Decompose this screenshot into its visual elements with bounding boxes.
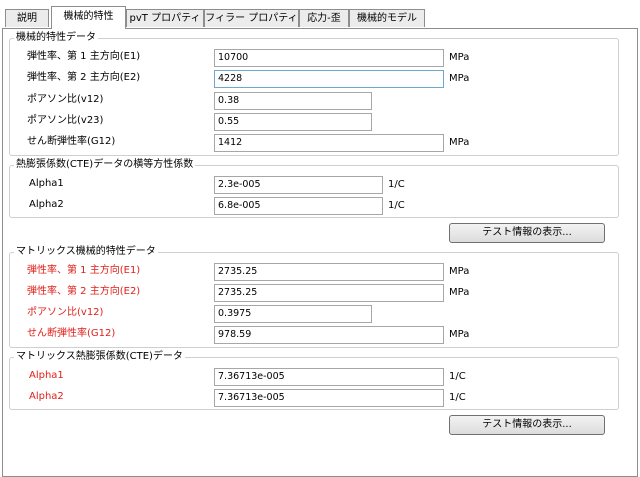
matrix-alpha1-input[interactable]: 7.36713e-005 xyxy=(214,368,444,386)
matrix-g12-label: せん断弾性率(G12) xyxy=(27,328,116,339)
group-title: マトリックス熱膨張係数(CTE)データ xyxy=(14,350,185,364)
matrix-e1-unit: MPa xyxy=(449,266,470,277)
alpha1-unit: 1/C xyxy=(388,179,405,190)
matrix-e1-input[interactable]: 2735.25 xyxy=(214,263,444,281)
alpha1-input[interactable]: 2.3e-005 xyxy=(214,176,383,194)
alpha2-unit: 1/C xyxy=(388,200,405,211)
matrix-mechanical-properties-group: マトリックス機械的特性データ 弾性率、第 1 主方向(E1) 2735.25 M… xyxy=(9,245,619,348)
v12-label: ポアソン比(v12) xyxy=(27,94,104,105)
matrix-g12-input[interactable]: 978.59 xyxy=(214,326,444,344)
alpha2-label: Alpha2 xyxy=(29,199,64,210)
e2-label: 弾性率、第 2 主方向(E2) xyxy=(27,72,141,83)
matrix-e2-unit: MPa xyxy=(449,287,470,298)
g12-unit: MPa xyxy=(449,137,470,148)
matrix-e2-input[interactable]: 2735.25 xyxy=(214,284,444,302)
matrix-alpha2-label: Alpha2 xyxy=(29,391,64,402)
e1-unit: MPa xyxy=(449,52,470,63)
tab-pvt-properties[interactable]: pvT プロパティ xyxy=(126,9,204,27)
tab-bar: 説明 機械的特性 pvT プロパティ フィラー プロパティ 応力-歪 機械的モデ… xyxy=(0,0,640,30)
tab-filler-properties[interactable]: フィラー プロパティ xyxy=(204,9,299,27)
g12-input[interactable]: 1412 xyxy=(214,134,444,152)
e2-unit: MPa xyxy=(449,73,470,84)
group-title: マトリックス機械的特性データ xyxy=(14,245,158,259)
g12-label: せん断弾性率(G12) xyxy=(27,136,116,147)
group-title: 熱膨張係数(CTE)データの横等方性係数 xyxy=(14,158,196,172)
matrix-alpha2-unit: 1/C xyxy=(449,392,466,403)
tab-stress-strain[interactable]: 応力-歪 xyxy=(299,9,349,27)
show-test-info-button[interactable]: テスト情報の表示... xyxy=(449,223,605,243)
group-title: 機械的特性データ xyxy=(14,31,98,45)
matrix-v12-input[interactable]: 0.3975 xyxy=(214,305,372,323)
e1-input[interactable]: 10700 xyxy=(214,49,444,67)
e2-input[interactable]: 4228 xyxy=(214,70,444,88)
matrix-alpha2-input[interactable]: 7.36713e-005 xyxy=(214,389,444,407)
matrix-v12-label: ポアソン比(v12) xyxy=(27,307,104,318)
matrix-g12-unit: MPa xyxy=(449,329,470,340)
tab-mechanical-model[interactable]: 機械的モデル xyxy=(349,9,425,27)
tab-description[interactable]: 説明 xyxy=(5,9,49,27)
cte-group: 熱膨張係数(CTE)データの横等方性係数 Alpha1 2.3e-005 1/C… xyxy=(9,158,619,218)
alpha2-input[interactable]: 6.8e-005 xyxy=(214,197,383,215)
tab-content-panel: 機械的特性データ 弾性率、第 1 主方向(E1) 10700 MPa 弾性率、第… xyxy=(2,28,638,477)
matrix-alpha1-label: Alpha1 xyxy=(29,370,64,381)
alpha1-label: Alpha1 xyxy=(29,178,64,189)
v12-input[interactable]: 0.38 xyxy=(214,92,372,110)
matrix-show-test-info-button[interactable]: テスト情報の表示... xyxy=(449,415,605,435)
matrix-cte-group: マトリックス熱膨張係数(CTE)データ Alpha1 7.36713e-005 … xyxy=(9,350,619,410)
mechanical-properties-group: 機械的特性データ 弾性率、第 1 主方向(E1) 10700 MPa 弾性率、第… xyxy=(9,31,619,156)
tab-mechanical-properties[interactable]: 機械的特性 xyxy=(51,6,126,29)
v23-input[interactable]: 0.55 xyxy=(214,113,372,131)
matrix-alpha1-unit: 1/C xyxy=(449,371,466,382)
matrix-e2-label: 弾性率、第 2 主方向(E2) xyxy=(27,286,141,297)
v23-label: ポアソン比(v23) xyxy=(27,115,104,126)
matrix-e1-label: 弾性率、第 1 主方向(E1) xyxy=(27,265,141,276)
e1-label: 弾性率、第 1 主方向(E1) xyxy=(27,51,141,62)
